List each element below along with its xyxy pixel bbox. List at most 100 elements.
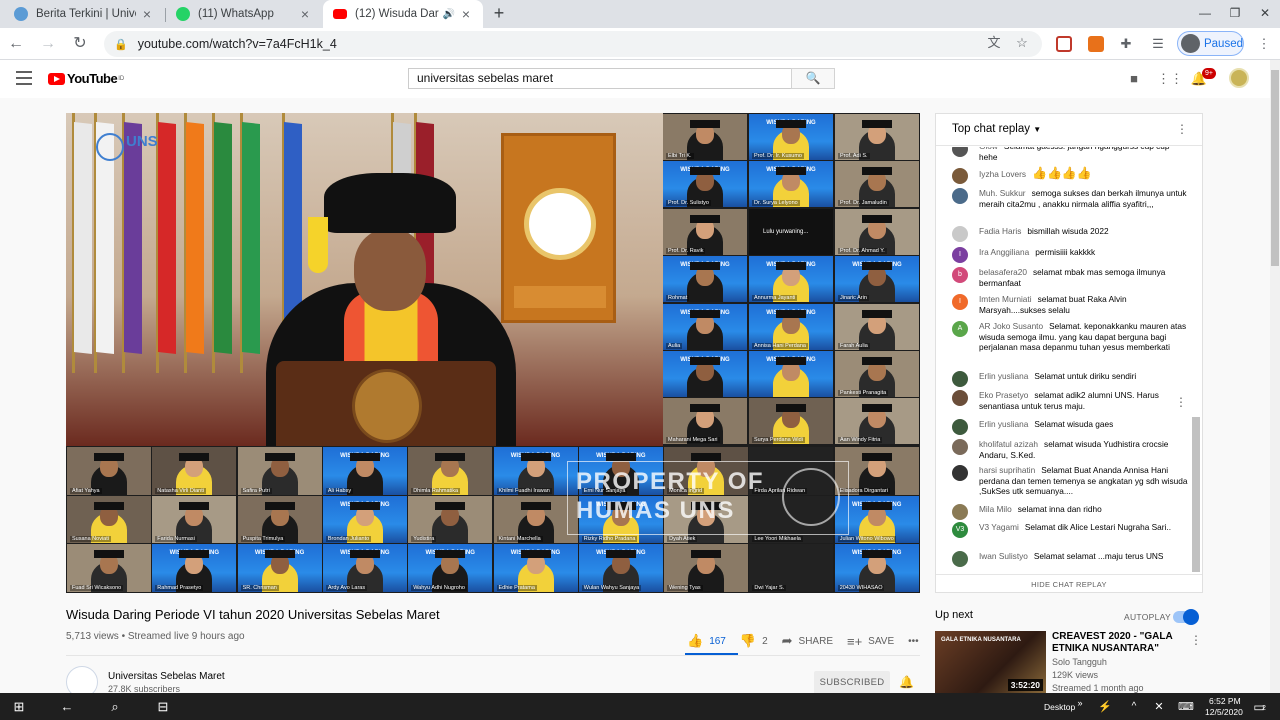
like-button[interactable]: 👍 167 [687,633,726,649]
chat-message-menu-icon[interactable]: ⋮ [1175,395,1187,409]
chat-author-avatar[interactable] [952,504,968,520]
search-input[interactable]: universitas sebelas maret [408,68,792,89]
volume-mute-icon[interactable]: ✕ [1152,698,1166,716]
back-icon[interactable]: ← [58,698,76,716]
translate-icon[interactable]: 文 [984,33,1004,53]
notification-bell-icon[interactable]: 🔔 [899,675,914,689]
chat-author-avatar[interactable] [952,551,968,567]
chat-author-name[interactable]: Imten Murniati [979,294,1032,304]
chat-author-avatar[interactable] [952,226,968,242]
chat-author-name[interactable]: Muh. Sukkur [979,188,1026,198]
chat-author-name[interactable]: belasafera20 [979,267,1027,277]
more-actions-button[interactable]: ••• [908,636,919,647]
chat-messages[interactable]: GiowSelamat gaesss. jangan nganggurss cu… [936,147,1191,574]
keyboard-icon[interactable]: ⌨ [1178,698,1194,716]
chat-author-avatar[interactable]: b [952,267,968,283]
dislike-button[interactable]: 👎 2 [740,633,768,649]
chat-message[interactable]: Erlin yusliana Selamat untuk diriku sendi… [952,371,1190,387]
chat-author-name[interactable]: Eko Prasetyo [979,390,1028,400]
close-tab-icon[interactable]: × [459,6,473,22]
task-view-icon[interactable]: ⊟ [154,698,172,716]
profile-paused-button[interactable]: Paused [1177,31,1244,56]
chat-author-name[interactable]: kholifatul azizah [979,439,1038,449]
clock-date[interactable]: 12/5/2020 [1205,707,1243,717]
chat-author-name[interactable]: Fadia Haris [979,226,1021,236]
chat-author-avatar[interactable] [952,390,968,406]
youtube-logo[interactable]: YouTube ID [48,71,124,86]
recommended-thumbnail[interactable]: GALA ETNIKA NUSANTARA 3:52:20 [935,631,1046,693]
close-tab-icon[interactable]: × [298,6,312,22]
chat-author-avatar[interactable] [952,188,968,204]
chat-author-avatar[interactable] [952,465,968,481]
chat-message[interactable]: Mila Milo selamat inna dan ridho [952,504,1190,520]
audio-playing-icon[interactable]: 🔊 [443,9,455,20]
chat-author-avatar[interactable] [952,419,968,435]
desktop-label[interactable]: Desktop [1044,702,1075,712]
save-button[interactable]: ≡+ SAVE [847,634,894,649]
browser-tab-active[interactable]: (12) Wisuda Daring Periode 🔊 × [323,0,483,28]
apps-grid-icon[interactable]: ⋮⋮ [1157,70,1183,88]
page-scrollbar-thumb[interactable] [1271,70,1279,266]
chat-author-name[interactable]: harsi suprihatin [979,465,1035,475]
close-window-button[interactable]: ✕ [1250,0,1280,28]
chat-message[interactable]: GiowSelamat gaesss. jangan nganggurss cu… [952,147,1190,162]
chat-author-name[interactable]: Giow [979,147,998,151]
windows-start-icon[interactable]: ⊞ [10,698,28,716]
chat-author-name[interactable]: Erlin yusliana [979,371,1028,381]
bookmark-star-icon[interactable]: ☆ [1012,33,1032,53]
chat-message[interactable]: V3 V3 Yagami Selamat dik Alice Lestari Nug… [952,522,1190,538]
chat-scrollbar[interactable] [1192,417,1200,572]
account-avatar[interactable] [1229,68,1249,88]
tray-up-arrow-icon[interactable]: ^ [1128,698,1140,716]
chat-message[interactable]: I Ira Anggiliana permisiiii kakkkk [952,247,1190,263]
extension-2-icon[interactable] [1088,36,1104,52]
browser-menu-icon[interactable]: ⋮ [1254,34,1274,54]
chat-author-name[interactable]: Erlin yusliana [979,419,1028,429]
search-icon[interactable]: ⌕ [106,698,124,716]
subscribed-button[interactable]: SUBSCRIBED [814,671,890,695]
chat-message[interactable]: Erlin yusliana Selamat wisuda gaes [952,419,1190,435]
guide-menu-icon[interactable] [16,71,32,85]
chat-author-avatar[interactable] [952,147,968,157]
chat-author-avatar[interactable] [952,439,968,455]
chat-author-avatar[interactable]: I [952,247,968,263]
chat-author-name[interactable]: Mila Milo [979,504,1012,514]
network-icon[interactable]: ⚡ [1098,698,1112,716]
chat-author-name[interactable]: V3 Yagami [979,522,1019,532]
browser-tab-1[interactable]: Berita Terkini | Universitas Sebelas × [4,0,164,28]
restore-button[interactable]: ❐ [1220,0,1250,28]
minimize-button[interactable]: — [1190,0,1220,28]
chat-author-name[interactable]: AR Joko Susanto [979,321,1043,331]
chat-author-avatar[interactable] [952,371,968,387]
new-tab-button[interactable]: + [489,3,509,23]
video-player[interactable]: UNS Elbi Tri K.WISUDA DARINGProf. Dr. Ir… [66,113,920,593]
hide-chat-replay-button[interactable]: HIDE CHAT REPLAY [936,574,1202,593]
share-button[interactable]: ➦ SHARE [782,633,833,649]
address-bar[interactable]: 🔒 youtube.com/watch?v=7a4FcH1k_4 [104,31,1042,57]
chat-message[interactable]: A AR Joko Susanto Selamat. keponakkanku ma… [952,321,1190,353]
chat-message[interactable]: Fadia Haris bismillah wisuda 2022 [952,226,1190,242]
create-video-icon[interactable]: ■ [1125,70,1143,88]
chat-message[interactable]: Muh. Sukkur semoga sukses dan berkah ilmu… [952,188,1190,209]
browser-tab-2[interactable]: (11) WhatsApp × [166,0,322,28]
reload-icon[interactable]: ↻ [68,32,92,56]
channel-name[interactable]: Universitas Sebelas Maret [108,671,225,682]
chat-author-avatar[interactable] [952,168,968,184]
chat-message[interactable]: harsi suprihatin Selamat Buat Ananda Anni… [952,465,1190,497]
chat-author-avatar[interactable]: V3 [952,522,968,538]
chat-author-name[interactable]: Ira Anggiliana [979,247,1029,257]
chat-message[interactable]: Iyzha Lovers 👍👍👍👍 [952,167,1190,184]
forward-arrow-icon[interactable]: → [36,32,60,56]
chat-author-name[interactable]: Iyzha Lovers [979,169,1026,179]
recommended-title[interactable]: CREAVEST 2020 - "GALA ETNIKA NUSANTARA" [1052,631,1182,655]
clock-time[interactable]: 6:52 PM [1209,696,1241,706]
chat-author-avatar[interactable]: I [952,294,968,310]
close-tab-icon[interactable]: × [140,6,154,22]
autoplay-toggle[interactable] [1173,609,1199,625]
search-button[interactable]: 🔍 [791,68,835,89]
media-controls-icon[interactable]: ☰ [1148,34,1168,54]
chat-message[interactable]: I Imten Murniati selamat buat Raka Alvin M… [952,294,1190,315]
chevron-icon[interactable]: » [1074,694,1086,712]
chat-author-avatar[interactable]: A [952,321,968,337]
chat-message[interactable]: b belasafera20 selamat mbak mas semoga ilm… [952,267,1190,288]
